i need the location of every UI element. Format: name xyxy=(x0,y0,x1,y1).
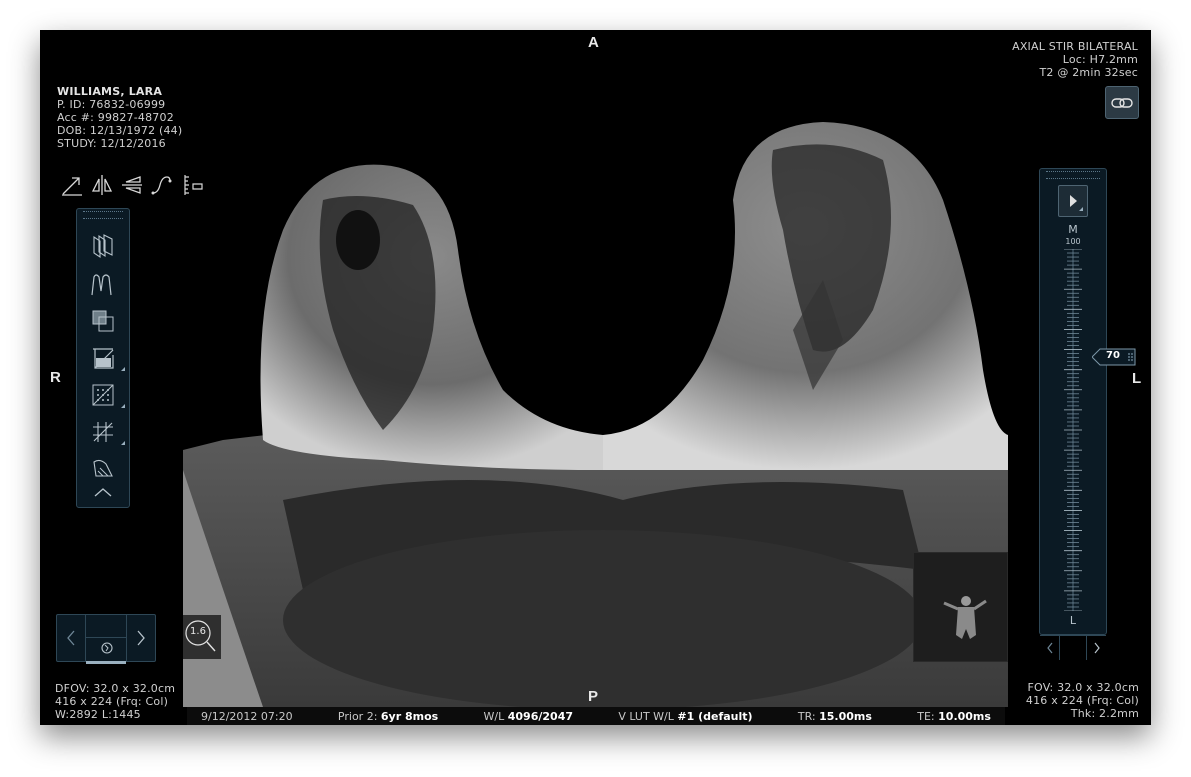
dfov-info: DFOV: 32.0 x 32.0cm xyxy=(55,682,176,695)
nav-next-button[interactable] xyxy=(127,615,155,661)
wl-label: W/L xyxy=(483,709,505,723)
vlut-value: #1 (default) xyxy=(677,709,753,723)
status-prior: Prior 2: 6yr 8mos xyxy=(338,710,438,723)
patient-id: P. ID: 76832-06999 xyxy=(57,98,166,111)
chevron-left-icon xyxy=(67,630,75,646)
series-info: AXIAL STIR BILATERAL Loc: H7.2mm T2 @ 2m… xyxy=(1012,40,1138,79)
window-level-info: W:2892 L:1445 xyxy=(55,708,141,721)
wave-icon[interactable] xyxy=(87,269,119,299)
chevron-right-icon xyxy=(137,630,145,646)
patient-name: WILLIAMS, LARA xyxy=(57,85,163,98)
series-navigator xyxy=(56,614,156,664)
slider-next-button[interactable] xyxy=(1086,636,1106,660)
body-figure-icon xyxy=(943,596,987,639)
fov-info: FOV: 32.0 x 32.0cm xyxy=(1027,681,1139,694)
matrix-info-right: 416 x 224 (Frq: Col) xyxy=(1025,694,1139,707)
slice-slider-thumb[interactable]: 70 xyxy=(1092,348,1136,366)
status-date: 9/12/2012 07:20 xyxy=(201,709,293,723)
link-icon xyxy=(1111,97,1133,108)
series-title: AXIAL STIR BILATERAL xyxy=(1012,40,1138,53)
left-image-info: DFOV: 32.0 x 32.0cm 416 x 224 (Frq: Col)… xyxy=(55,682,175,721)
vlut-label: V LUT W/L xyxy=(618,709,674,723)
prior-value: 6yr 8mos xyxy=(380,709,439,723)
overlay-icon[interactable] xyxy=(87,306,119,336)
right-image-info: FOV: 32.0 x 32.0cm 416 x 224 (Frq: Col) … xyxy=(1026,681,1139,720)
pattern-icon[interactable] xyxy=(87,380,125,410)
study-date: STUDY: 12/12/2016 xyxy=(57,137,166,150)
prior-label: Prior 2: xyxy=(337,709,378,723)
slider-bottom-label: L xyxy=(1069,614,1077,627)
status-bar: 9/12/2012 07:20 Prior 2: 6yr 8mos W/L 40… xyxy=(187,707,1005,725)
zoom-button[interactable]: 1.6 xyxy=(183,615,221,659)
slider-ruler[interactable] xyxy=(1062,249,1084,611)
curve-icon[interactable] xyxy=(150,172,174,198)
orientation-right: L xyxy=(1132,370,1142,387)
vertical-toolbar xyxy=(76,208,130,508)
chevron-left-icon xyxy=(1046,642,1052,654)
arrow-icon[interactable] xyxy=(60,172,84,198)
series-location: Loc: H7.2mm xyxy=(1062,53,1138,66)
series-time: T2 @ 2min 32sec xyxy=(1039,66,1138,79)
slider-value: 70 xyxy=(1106,349,1120,361)
flip-vertical-icon[interactable] xyxy=(120,172,144,198)
te-value: 10.00ms xyxy=(938,709,991,723)
tr-value: 15.00ms xyxy=(819,709,872,723)
slider-top-label: M xyxy=(1068,223,1078,236)
thickness-info: Thk: 2.2mm xyxy=(1070,707,1139,720)
stack-icon[interactable] xyxy=(87,231,119,261)
annotate-icon[interactable] xyxy=(87,454,119,484)
zoom-value: 1.6 xyxy=(190,626,206,637)
accession-number: Acc #: 99827-48702 xyxy=(57,111,174,124)
ruler-icon[interactable] xyxy=(180,172,204,198)
play-icon xyxy=(1070,195,1083,211)
flip-horizontal-icon[interactable] xyxy=(90,172,114,198)
refresh-icon xyxy=(101,642,113,654)
tr-label: TR: xyxy=(797,709,816,723)
status-te: TE: 10.00ms xyxy=(917,710,991,723)
slider-prev-button[interactable] xyxy=(1040,636,1060,660)
slider-nav xyxy=(1040,635,1106,660)
status-tr: TR: 15.00ms xyxy=(798,710,872,723)
body-localizer-thumbnail[interactable] xyxy=(913,552,1008,662)
play-button[interactable] xyxy=(1058,185,1088,217)
status-wl: W/L 4096/2047 xyxy=(484,710,573,723)
date-of-birth: DOB: 12/13/1972 (44) xyxy=(57,124,183,137)
orientation-top: A xyxy=(588,34,599,51)
wl-value: 4096/2047 xyxy=(507,709,573,723)
tools-row xyxy=(60,172,204,198)
patient-info: WILLIAMS, LARA P. ID: 76832-06999 Acc #:… xyxy=(57,85,182,150)
chevron-right-icon xyxy=(1094,642,1100,654)
image-viewer[interactable]: A P R L WILLIAMS, LARA P. ID: 76832-0699… xyxy=(40,30,1151,725)
slice-slider-panel: M 100 L xyxy=(1039,168,1107,660)
te-label: TE: xyxy=(917,709,935,723)
orientation-bottom: P xyxy=(588,688,599,705)
chevron-up-icon[interactable] xyxy=(87,481,119,503)
grid-icon[interactable] xyxy=(87,417,125,447)
link-series-button[interactable] xyxy=(1105,86,1139,119)
crop-icon[interactable] xyxy=(87,343,125,373)
slider-top-value: 100 xyxy=(1065,237,1081,246)
nav-prev-button[interactable] xyxy=(57,615,85,661)
toolbar-grip[interactable] xyxy=(83,211,123,219)
status-vlut: V LUT W/L #1 (default) xyxy=(618,710,752,723)
matrix-info: 416 x 224 (Frq: Col) xyxy=(55,695,169,708)
magnifier-icon xyxy=(185,620,216,652)
nav-center[interactable] xyxy=(85,615,127,664)
mri-axial-image[interactable] xyxy=(183,30,1008,707)
slider-grip[interactable] xyxy=(1046,171,1100,179)
orientation-left: R xyxy=(50,369,61,386)
